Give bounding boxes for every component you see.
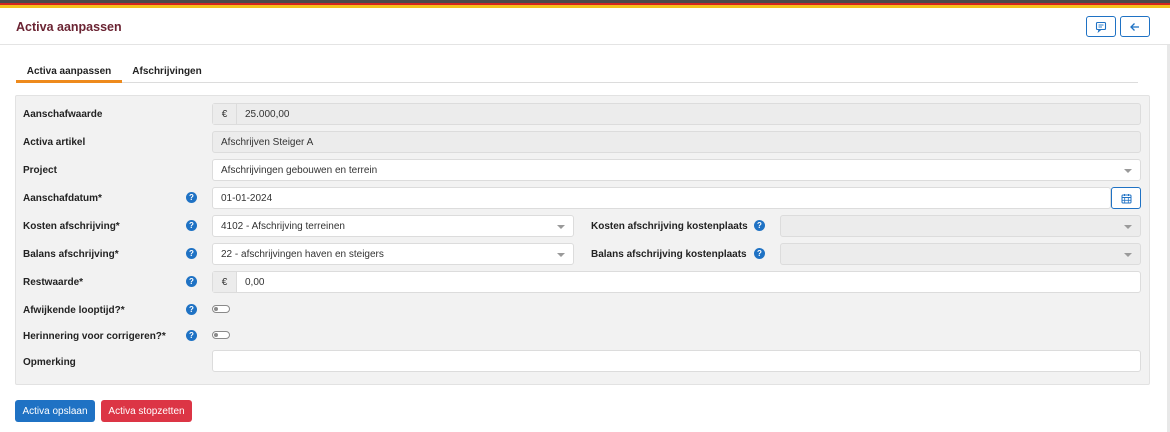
aanschafwaarde-value: 25.000,00	[245, 108, 290, 120]
balans-afschrijving-value: 22 - afschrijvingen haven en steigers	[221, 248, 384, 260]
comment-icon	[1095, 21, 1107, 33]
calendar-icon	[1121, 193, 1131, 203]
chevron-down-icon	[1124, 169, 1132, 173]
project-value: Afschrijvingen gebouwen en terrein	[221, 164, 378, 176]
page-title: Activa aanpassen	[16, 20, 122, 34]
afwijkende-looptijd-label: Afwijkende looptijd?*	[23, 305, 125, 316]
help-icon[interactable]: ?	[754, 220, 765, 231]
opmerking-input[interactable]	[212, 350, 1141, 372]
herinnering-toggle[interactable]	[212, 331, 230, 339]
kosten-kostenplaats-label: Kosten afschrijving kostenplaats	[591, 221, 748, 232]
chevron-down-icon	[557, 253, 565, 257]
kosten-afschrijving-select[interactable]: 4102 - Afschrijving terreinen	[212, 215, 574, 237]
toggle-knob	[214, 333, 218, 337]
kosten-afschrijving-value: 4102 - Afschrijving terreinen	[221, 220, 345, 232]
project-label: Project	[23, 165, 57, 176]
afwijkende-looptijd-toggle[interactable]	[212, 305, 230, 313]
aanschafwaarde-label: Aanschafwaarde	[23, 109, 103, 120]
calendar-button[interactable]	[1111, 187, 1141, 209]
chevron-down-icon	[557, 225, 565, 229]
restwaarde-input[interactable]: € 0,00	[212, 271, 1141, 293]
currency-addon: €	[213, 272, 237, 292]
restwaarde-value: 0,00	[245, 276, 265, 288]
balans-afschrijving-label: Balans afschrijving*	[23, 249, 119, 260]
tab-bar: Activa aanpassen Afschrijvingen	[16, 59, 1138, 83]
aanschafdatum-input[interactable]: 01-01-2024	[212, 187, 1111, 209]
chevron-down-icon	[1124, 225, 1132, 229]
currency-addon: €	[213, 104, 237, 124]
comment-button[interactable]	[1086, 16, 1116, 37]
tab-activa-aanpassen[interactable]: Activa aanpassen	[16, 59, 122, 83]
stop-button[interactable]: Activa stopzetten	[101, 400, 192, 422]
activa-artikel-value: Afschrijven Steiger A	[221, 136, 314, 148]
aanschafwaarde-field: € 25.000,00	[212, 103, 1141, 125]
aanschafdatum-label: Aanschafdatum*	[23, 193, 102, 204]
help-icon[interactable]: ?	[186, 220, 197, 231]
help-icon[interactable]: ?	[186, 304, 197, 315]
help-icon[interactable]: ?	[186, 248, 197, 259]
flag-stripe	[0, 0, 1170, 8]
balans-kostenplaats-label: Balans afschrijving kostenplaats	[591, 249, 747, 260]
page-header: Activa aanpassen	[0, 8, 1170, 45]
herinnering-label: Herinnering voor corrigeren?*	[23, 331, 166, 342]
chevron-down-icon	[1124, 253, 1132, 257]
kosten-kostenplaats-select	[780, 215, 1141, 237]
activa-artikel-label: Activa artikel	[23, 137, 86, 148]
project-select[interactable]: Afschrijvingen gebouwen en terrein	[212, 159, 1141, 181]
opmerking-label: Opmerking	[23, 357, 76, 368]
help-icon[interactable]: ?	[186, 276, 197, 287]
restwaarde-label: Restwaarde*	[23, 277, 84, 288]
balans-kostenplaats-select	[780, 243, 1141, 265]
save-button[interactable]: Activa opslaan	[15, 400, 95, 422]
toggle-knob	[214, 307, 218, 311]
help-icon[interactable]: ?	[186, 192, 197, 203]
back-button[interactable]	[1120, 16, 1150, 37]
balans-afschrijving-select[interactable]: 22 - afschrijvingen haven en steigers	[212, 243, 574, 265]
activa-artikel-field: Afschrijven Steiger A	[212, 131, 1141, 153]
help-icon[interactable]: ?	[754, 248, 765, 259]
arrow-left-icon	[1130, 22, 1139, 31]
help-icon[interactable]: ?	[186, 330, 197, 341]
aanschafdatum-value: 01-01-2024	[221, 192, 273, 204]
kosten-afschrijving-label: Kosten afschrijving*	[23, 221, 120, 232]
tab-afschrijvingen[interactable]: Afschrijvingen	[128, 59, 206, 83]
